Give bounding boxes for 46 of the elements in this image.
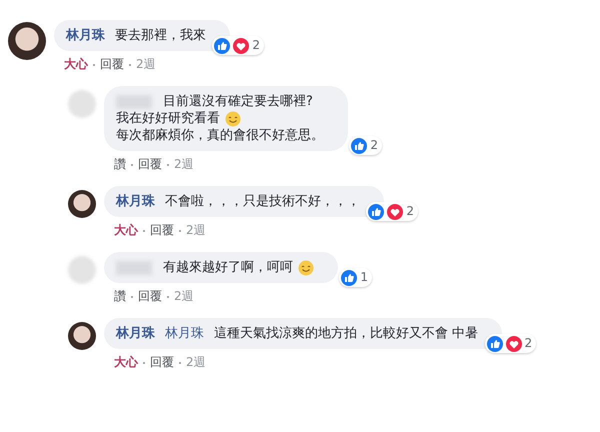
reaction-summary[interactable]: 1 bbox=[339, 268, 372, 287]
comment-text: 每次都麻煩你，真的會很不好意思。 bbox=[116, 127, 324, 144]
mention-link[interactable]: 林月珠 bbox=[165, 325, 204, 342]
reply-link[interactable]: 回覆 bbox=[138, 288, 162, 305]
smile-emoji-icon bbox=[298, 260, 314, 276]
reaction-summary[interactable]: 2 bbox=[366, 202, 418, 221]
reaction-link[interactable]: 大心 bbox=[114, 354, 138, 371]
reaction-link[interactable]: 讚 bbox=[114, 288, 126, 305]
reaction-count: 2 bbox=[524, 335, 532, 352]
timestamp[interactable]: 2週 bbox=[136, 56, 156, 73]
timestamp[interactable]: 2週 bbox=[186, 354, 206, 371]
like-icon bbox=[351, 138, 368, 154]
reaction-summary[interactable]: 2 bbox=[349, 136, 382, 155]
reaction-count: 2 bbox=[406, 203, 414, 220]
avatar[interactable] bbox=[8, 22, 46, 60]
timestamp[interactable]: 2週 bbox=[186, 222, 206, 239]
reaction-link[interactable]: 讚 bbox=[114, 156, 126, 173]
smile-emoji-icon bbox=[225, 110, 241, 126]
timestamp[interactable]: 2週 bbox=[174, 288, 194, 305]
reaction-count: 2 bbox=[370, 137, 378, 154]
like-icon bbox=[486, 336, 502, 352]
reaction-count: 2 bbox=[252, 37, 260, 54]
comment-text: 我在好好研究看看 bbox=[116, 110, 220, 127]
reaction-link[interactable]: 大心 bbox=[114, 222, 138, 239]
comment-text: 不會啦，，，只是技術不好，，， bbox=[165, 193, 360, 210]
timestamp[interactable]: 2週 bbox=[174, 156, 194, 173]
reply-link[interactable]: 回覆 bbox=[100, 56, 124, 73]
reaction-summary[interactable]: 2 bbox=[484, 334, 536, 353]
author-name[interactable]: 林月珠 bbox=[116, 193, 155, 210]
reply-link[interactable]: 回覆 bbox=[150, 354, 174, 371]
reaction-count: 1 bbox=[360, 269, 368, 286]
reaction-summary[interactable]: 2 bbox=[212, 36, 264, 55]
like-icon bbox=[214, 38, 230, 54]
reply-link[interactable]: 回覆 bbox=[138, 156, 162, 173]
comment-text: 要去那裡，我來 bbox=[115, 27, 206, 44]
avatar[interactable] bbox=[68, 190, 96, 218]
comment-text: 有越來越好了啊，呵呵 bbox=[163, 259, 293, 276]
like-icon bbox=[341, 270, 358, 286]
avatar[interactable] bbox=[68, 322, 96, 350]
reaction-link[interactable]: 大心 bbox=[64, 56, 88, 73]
author-name[interactable]: 林月珠 bbox=[116, 325, 155, 342]
like-icon bbox=[368, 204, 384, 220]
comment-text: 這種天氣找涼爽的地方拍，比較好又不會 中暑 bbox=[214, 325, 478, 342]
reply-link[interactable]: 回覆 bbox=[150, 222, 174, 239]
author-name[interactable]: 林月珠 bbox=[66, 27, 105, 44]
comment-text: 目前還沒有確定要去哪裡? bbox=[163, 93, 313, 110]
